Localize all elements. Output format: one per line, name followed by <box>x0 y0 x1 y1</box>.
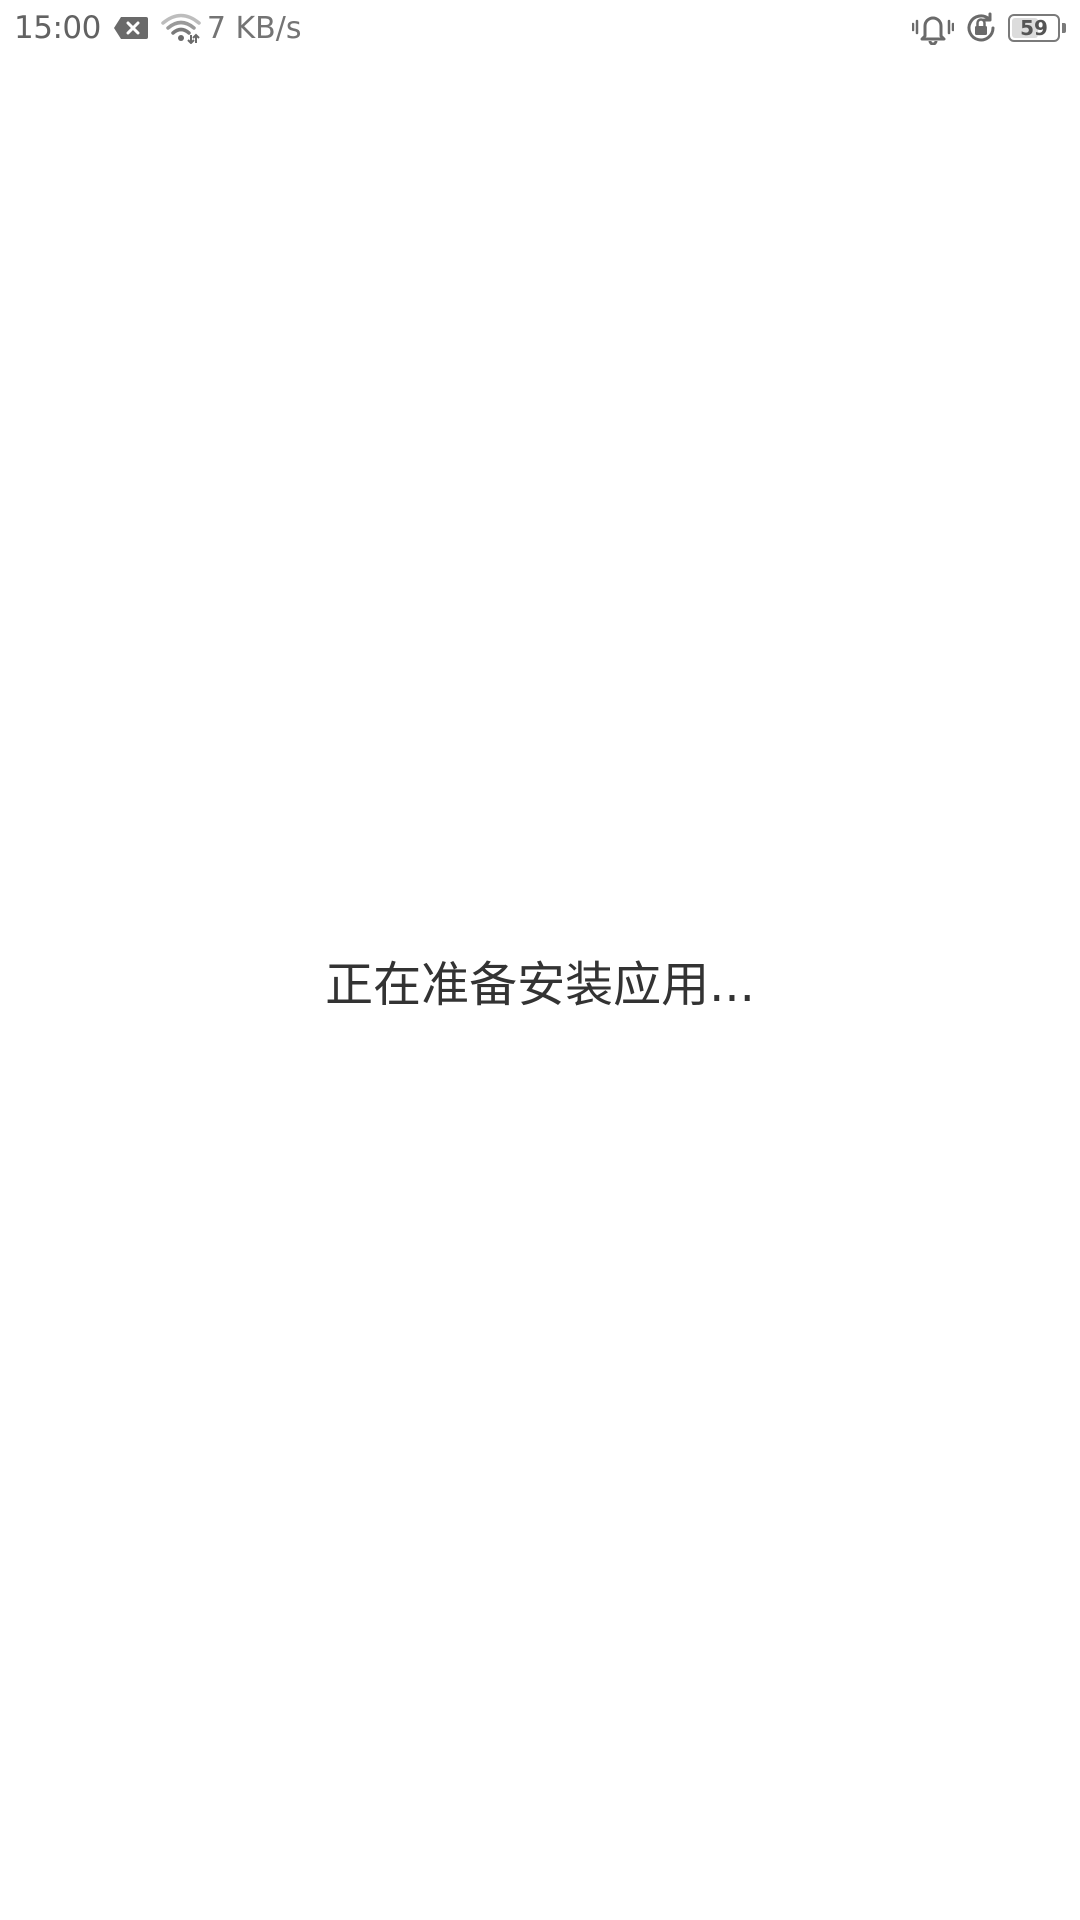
battery-body: 59 <box>1008 14 1060 42</box>
battery-level: 59 <box>1020 16 1048 40</box>
status-bar-right: 59 <box>902 0 1066 56</box>
screen: 15:00 7 KB/s 59 正在准备安装应用... <box>0 0 1080 1920</box>
rotation-lock-icon <box>964 11 998 45</box>
battery-tip <box>1062 23 1066 33</box>
sim-error-icon <box>113 15 149 41</box>
wifi-icon <box>161 12 201 44</box>
preparing-install-message: 正在准备安装应用... <box>325 957 755 1013</box>
status-time: 15:00 <box>14 10 101 46</box>
status-bar-left: 15:00 7 KB/s <box>14 0 301 56</box>
battery-icon: 59 <box>1008 13 1066 43</box>
status-bar: 15:00 7 KB/s 59 <box>0 0 1080 56</box>
vibrate-icon <box>912 11 954 45</box>
network-speed: 7 KB/s <box>206 10 302 46</box>
